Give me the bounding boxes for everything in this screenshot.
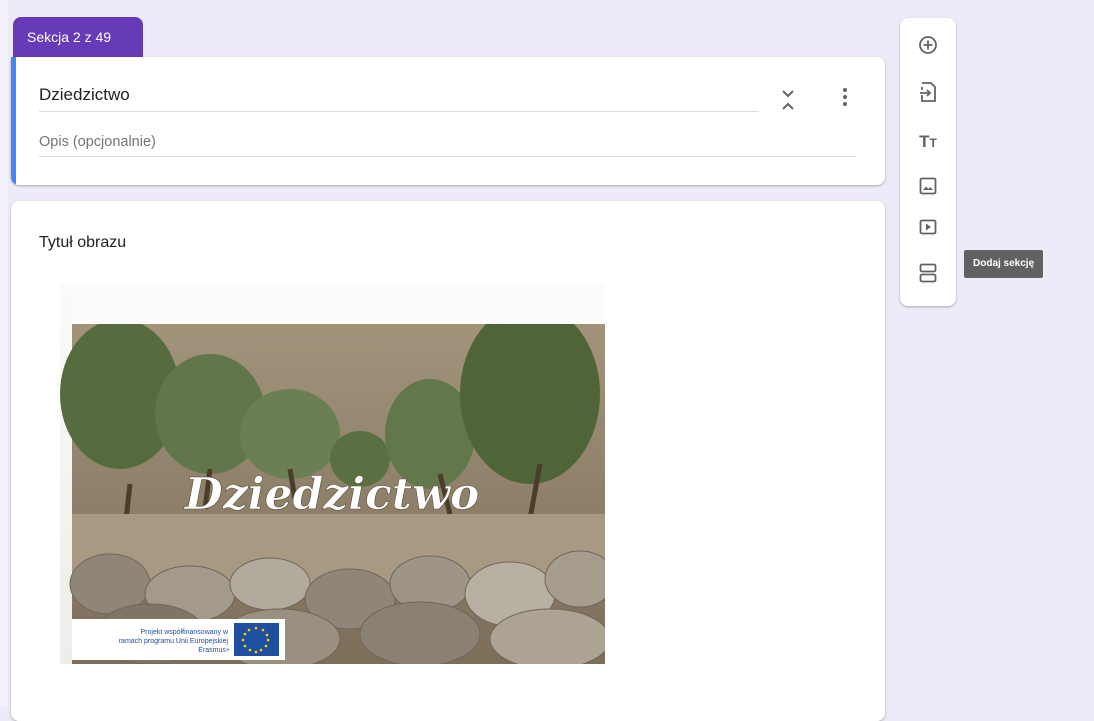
add-image-button[interactable] — [914, 174, 942, 202]
section-title-value: Dziedzictwo — [39, 85, 130, 104]
more-options-button[interactable] — [833, 87, 857, 111]
section-description-placeholder: Opis (opcjonalnie) — [39, 134, 156, 150]
image-item-card[interactable]: Tytuł obrazu Dziedzictwo Projekt współfi… — [11, 201, 885, 721]
image-title[interactable]: Tytuł obrazu — [39, 234, 126, 252]
image-overlay-title: Dziedzictwo — [183, 469, 480, 520]
section-header-card[interactable]: Dziedzictwo Opis (opcjonalnie) — [11, 57, 885, 185]
floating-toolbar: TT — [900, 18, 956, 306]
section-title-input[interactable]: Dziedzictwo — [39, 85, 759, 112]
active-accent-bar — [11, 57, 16, 185]
item-image[interactable]: Dziedzictwo Projekt współfinansowany w r… — [60, 284, 605, 664]
collapse-section-button[interactable] — [776, 85, 800, 115]
video-icon — [919, 219, 937, 240]
unfold-less-icon — [781, 89, 795, 111]
section-tab: Sekcja 2 z 49 — [13, 17, 143, 57]
page-edge — [0, 0, 8, 706]
section-tab-label: Sekcja 2 z 49 — [27, 29, 112, 45]
import-icon — [919, 81, 937, 107]
image-icon — [919, 177, 937, 200]
add-video-button[interactable] — [914, 215, 942, 243]
add-section-tooltip: Dodaj sekcję — [964, 250, 1044, 278]
import-questions-button[interactable] — [914, 80, 942, 108]
more-vertical-icon — [842, 87, 848, 112]
section-icon — [919, 263, 937, 288]
add-circle-icon — [918, 35, 938, 60]
section-description-input[interactable]: Opis (opcjonalnie) — [39, 134, 856, 157]
add-title-button[interactable]: TT — [914, 128, 942, 156]
add-section-button[interactable] — [914, 261, 942, 289]
title-text-icon: TT — [919, 132, 937, 151]
add-question-button[interactable] — [914, 33, 942, 61]
